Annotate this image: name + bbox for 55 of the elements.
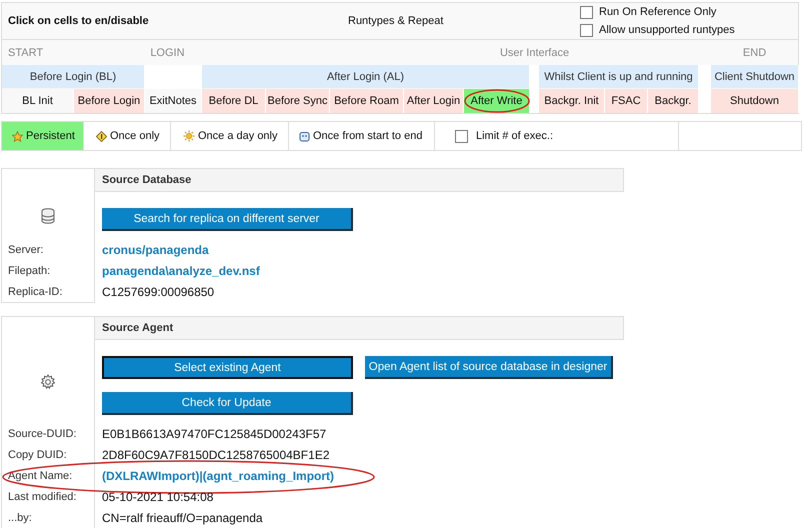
field-label: Server: <box>8 244 44 256</box>
field-value: 2D8F60C9A7F8150DC1258765004BF1E2 <box>102 448 330 462</box>
diamond-icon <box>96 130 107 142</box>
field-label: Agent Name: <box>8 470 72 482</box>
database-icon <box>41 208 55 224</box>
runtype-cell[interactable]: Before Roam <box>330 89 404 113</box>
section-header: Source Agent <box>95 316 624 340</box>
runtype-cell[interactable]: Before DL <box>202 89 266 113</box>
panel-title: Runtypes & Repeat <box>348 15 444 27</box>
group-header: Client Shutdown <box>711 65 799 89</box>
field-value: 05-10-2021 10:54:08 <box>102 490 214 504</box>
repeat-option[interactable]: Persistent <box>2 122 84 150</box>
checkbox-label: Limit # of exec.: <box>476 130 554 142</box>
phase-label: END <box>742 46 766 58</box>
group-header: Whilst Client is up and running <box>539 65 699 89</box>
field-label: Replica-ID: <box>8 286 62 298</box>
field-value: CN=ralf frieauff/O=panagenda <box>102 510 263 524</box>
runtype-cell[interactable]: ExitNotes <box>145 89 202 113</box>
checkbox[interactable] <box>580 24 593 36</box>
checkbox-label: Run On Reference Only <box>599 6 716 18</box>
instruction-text: Click on cells to en/disable <box>7 15 150 27</box>
star-icon <box>12 130 23 142</box>
runtype-cell[interactable]: Backgr. <box>648 89 699 113</box>
phase-label: LOGIN <box>150 46 185 58</box>
action-button[interactable]: Open Agent list of source database in designer <box>365 356 613 379</box>
field-label: Copy DUID: <box>8 448 67 460</box>
link[interactable]: cronus/panagenda <box>102 242 209 256</box>
runtype-cell[interactable]: Before Login <box>74 89 145 113</box>
checkbox[interactable] <box>455 130 468 142</box>
group-header: Before Login (BL) <box>2 65 145 89</box>
checkbox-label: Allow unsupported runtypes <box>599 24 735 36</box>
field-label: ...by: <box>8 512 32 524</box>
field-label: Source-DUID: <box>8 428 76 440</box>
field-value: E0B1B6613A97470FC125845D00243F57 <box>102 426 326 440</box>
group-header: After Login (AL) <box>202 65 530 89</box>
field-label: Filepath: <box>8 264 50 276</box>
gear-icon <box>40 374 56 390</box>
runtype-cell[interactable]: After Login <box>404 89 464 113</box>
sun-icon <box>183 130 195 142</box>
runtype-cell[interactable]: Backgr. Init <box>539 89 605 113</box>
runtype-cell[interactable]: Before Sync <box>266 89 330 113</box>
phase-label: START <box>8 46 44 58</box>
link[interactable]: (DXLRAWImport)|(agnt_roaming_Import) <box>102 468 334 482</box>
runtype-cell[interactable]: Shutdown <box>711 89 799 113</box>
checkbox[interactable] <box>580 6 593 18</box>
runtype-cell[interactable]: FSAC <box>605 89 648 113</box>
runtype-cell[interactable]: BL Init <box>2 89 74 113</box>
action-button[interactable]: Check for Update <box>102 392 353 415</box>
section-header: Source Database <box>95 168 624 192</box>
link[interactable]: panagenda\analyze_dev.nsf <box>102 264 260 278</box>
phase-label: User Interface <box>500 46 570 58</box>
action-button[interactable]: Select existing Agent <box>102 356 353 379</box>
field-label: Last modified: <box>8 490 76 502</box>
field-value: C1257699:00096850 <box>102 284 214 298</box>
action-button[interactable]: Search for replica on different server <box>102 208 353 231</box>
